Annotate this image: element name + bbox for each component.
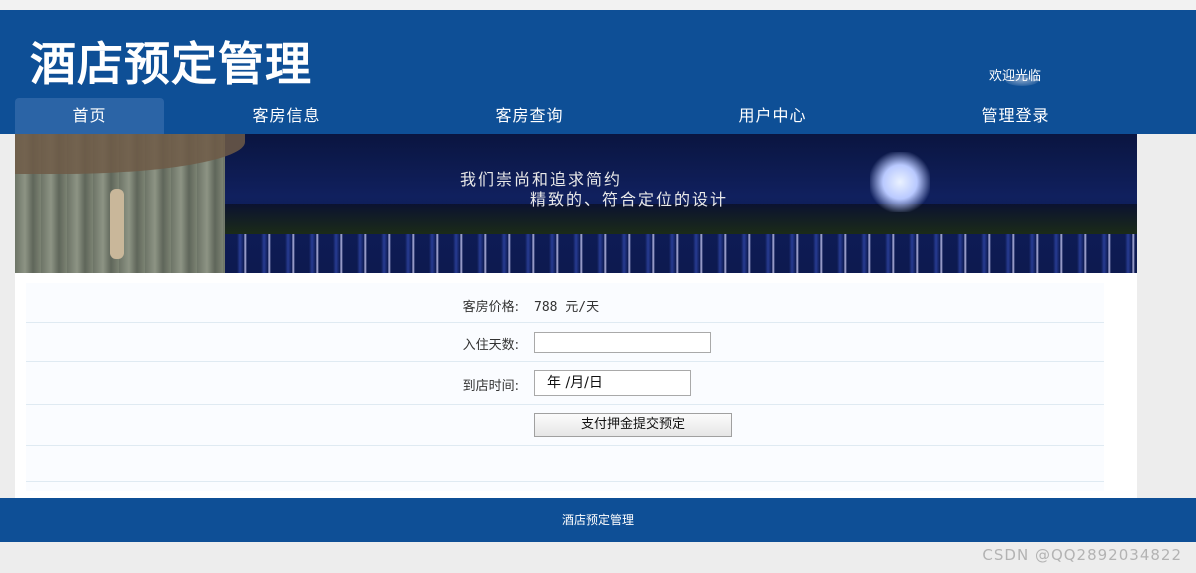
date-label: 到店时间: bbox=[462, 379, 519, 394]
site-title: 酒店预定管理 bbox=[30, 37, 312, 91]
arrival-date-input[interactable]: 年 /月/日 bbox=[534, 370, 691, 396]
welcome-text: 欢迎光临 bbox=[989, 69, 1042, 84]
banner-pagoda bbox=[870, 152, 930, 212]
nav-item-home[interactable]: 首页 bbox=[15, 98, 164, 134]
days-input[interactable] bbox=[534, 332, 711, 353]
price-row: 客房价格: 788 元/天 bbox=[26, 283, 1104, 323]
booking-form: 客房价格: 788 元/天 入住天数: 到店时间: 年 /月/日 支付押金提交预… bbox=[26, 283, 1104, 491]
banner-image: 我们崇尚和追求简约 精致的、符合定位的设计 bbox=[15, 134, 1137, 273]
price-label: 客房价格: bbox=[462, 300, 519, 315]
top-strip bbox=[0, 0, 1196, 10]
banner-tassel bbox=[110, 189, 124, 259]
main-nav: 首页 客房信息 客房查询 用户中心 管理登录 bbox=[15, 98, 1136, 134]
nav-item-room-search[interactable]: 客房查询 bbox=[467, 98, 592, 134]
banner-slogan-2: 精致的、符合定位的设计 bbox=[530, 190, 729, 209]
nav-item-user-center[interactable]: 用户中心 bbox=[710, 98, 835, 134]
date-row: 到店时间: 年 /月/日 bbox=[26, 362, 1104, 405]
submit-row: 支付押金提交预定 bbox=[26, 405, 1104, 446]
days-label: 入住天数: bbox=[462, 338, 519, 353]
watermark: CSDN @QQ2892034822 bbox=[982, 546, 1182, 564]
site-footer: 酒店预定管理 bbox=[0, 498, 1196, 542]
price-value: 788 元/天 bbox=[534, 300, 600, 315]
main-content: 客房价格: 788 元/天 入住天数: 到店时间: 年 /月/日 支付押金提交预… bbox=[15, 273, 1137, 498]
banner-water bbox=[165, 234, 1137, 273]
nav-item-admin-login[interactable]: 管理登录 bbox=[953, 98, 1078, 134]
nav-item-room-info[interactable]: 客房信息 bbox=[224, 98, 349, 134]
submit-booking-button[interactable]: 支付押金提交预定 bbox=[534, 413, 732, 437]
days-row: 入住天数: bbox=[26, 323, 1104, 362]
empty-row bbox=[26, 446, 1104, 482]
